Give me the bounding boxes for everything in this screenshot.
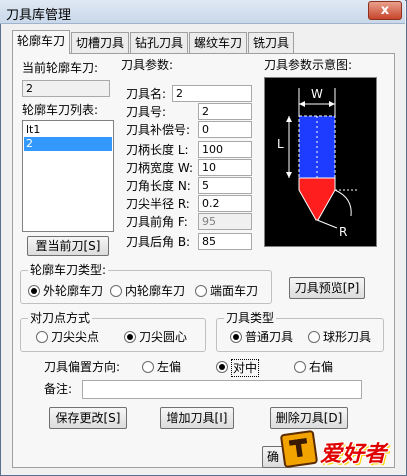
param-label-name: 刀具名: bbox=[126, 87, 167, 101]
rake-angle-input: 95 bbox=[198, 213, 252, 230]
param-label-compensation: 刀具补偿号: bbox=[126, 123, 191, 137]
shank-width-input[interactable]: 10 bbox=[198, 159, 252, 176]
watermark-glyph bbox=[289, 438, 309, 458]
tab-turning-tool[interactable]: 轮廓车刀 bbox=[12, 30, 70, 54]
tab-grooving-tool[interactable]: 切槽刀具 bbox=[71, 32, 129, 53]
arrowhead bbox=[286, 172, 292, 178]
option-tip-point-label: 刀尖尖点 bbox=[51, 330, 100, 344]
param-label-shank-length: 刀柄长度 L: bbox=[126, 143, 189, 157]
params-label: 刀具参数: bbox=[121, 58, 174, 72]
set-current-tool-button[interactable]: 置当前刀[S] bbox=[27, 236, 109, 256]
option-ball-tool-label: 球形刀具 bbox=[323, 330, 372, 344]
tab-threading-tool[interactable]: 螺纹车刀 bbox=[189, 32, 247, 53]
option-face-label: 端面车刀 bbox=[210, 284, 259, 298]
corner-length-input[interactable]: 5 bbox=[198, 177, 252, 194]
param-label-clearance-angle: 刀具后角 B: bbox=[126, 235, 191, 249]
angle-arc bbox=[334, 189, 352, 217]
radio-inner[interactable] bbox=[110, 285, 122, 297]
tool-preview-button[interactable]: 刀具预览[P] bbox=[289, 277, 365, 299]
radius-leader bbox=[316, 219, 338, 229]
tool-point-label: 对刀点方式 bbox=[28, 311, 93, 325]
tool-name-input[interactable]: 2 bbox=[172, 85, 252, 102]
r-letter: R bbox=[339, 225, 347, 239]
radio-offset-left[interactable] bbox=[142, 361, 154, 373]
remark-label: 备注: bbox=[44, 382, 73, 396]
option-offset-right-label: 右偏 bbox=[309, 360, 334, 374]
tool-listbox[interactable]: lt1 2 bbox=[22, 120, 114, 232]
option-offset-left-label: 左偏 bbox=[157, 360, 182, 374]
save-changes-button[interactable]: 保存更改[S] bbox=[49, 407, 127, 429]
window-title: 刀具库管理 bbox=[6, 8, 72, 23]
close-button[interactable]: x bbox=[368, 1, 402, 20]
tool-diagram: W L R bbox=[264, 77, 377, 247]
compensation-number-input[interactable]: 0 bbox=[198, 121, 252, 138]
param-label-rake-angle: 刀具前角 F: bbox=[126, 215, 188, 229]
current-tool-field: 2 bbox=[22, 80, 110, 97]
w-letter: W bbox=[311, 87, 323, 101]
param-label-corner-length: 刀角长度 N: bbox=[126, 179, 191, 193]
tool-tip bbox=[298, 177, 336, 221]
tool-kind-label: 刀具类型 bbox=[224, 311, 277, 325]
option-tip-center-label: 刀尖圆心 bbox=[139, 330, 188, 344]
radio-offset-center[interactable] bbox=[216, 361, 228, 373]
remark-input[interactable] bbox=[82, 380, 362, 399]
arrowhead bbox=[286, 116, 292, 122]
param-label-number: 刀具号: bbox=[126, 105, 167, 119]
radio-tip-center[interactable] bbox=[124, 331, 136, 343]
radio-ball-tool[interactable] bbox=[308, 331, 320, 343]
option-normal-tool-label: 普通刀具 bbox=[245, 330, 294, 344]
tab-drilling-tool[interactable]: 钻孔刀具 bbox=[130, 32, 188, 53]
tab-milling-tool[interactable]: 铣刀具 bbox=[248, 32, 294, 53]
list-item-selected[interactable]: 2 bbox=[24, 137, 112, 151]
param-label-shank-width: 刀柄宽度 W: bbox=[126, 161, 194, 175]
tool-type-label: 轮廓车刀类型: bbox=[28, 263, 109, 277]
radio-face[interactable] bbox=[195, 285, 207, 297]
radio-normal-tool[interactable] bbox=[230, 331, 242, 343]
watermark-logo: 爱好者 bbox=[278, 429, 400, 470]
l-letter: L bbox=[277, 137, 284, 151]
current-tool-label: 当前轮廓车刀: bbox=[22, 61, 99, 75]
arrowhead bbox=[299, 101, 305, 107]
clearance-angle-input[interactable]: 85 bbox=[198, 233, 252, 250]
watermark-text: 爱好者 bbox=[320, 442, 387, 467]
list-item[interactable]: lt1 bbox=[24, 123, 112, 137]
radio-offset-right[interactable] bbox=[294, 361, 306, 373]
radio-outer[interactable] bbox=[28, 285, 40, 297]
option-offset-center-label: 对中 bbox=[231, 359, 260, 377]
diagram-label: 刀具参数示意图: bbox=[264, 58, 353, 72]
tool-list-label: 轮廓车刀列表: bbox=[22, 103, 99, 117]
nose-radius-input[interactable]: 0.2 bbox=[198, 195, 252, 212]
option-inner-label: 内轮廓车刀 bbox=[125, 284, 186, 298]
tool-number-input[interactable]: 2 bbox=[198, 103, 252, 120]
watermark-emblem bbox=[279, 429, 319, 469]
arrowhead bbox=[329, 101, 335, 107]
offset-direction-label: 刀具偏置方向: bbox=[44, 360, 121, 374]
param-label-nose-radius: 刀尖半径 R: bbox=[126, 197, 190, 211]
add-tool-button[interactable]: 增加刀具[I] bbox=[160, 407, 234, 429]
delete-tool-button[interactable]: 删除刀具[D] bbox=[270, 407, 348, 429]
option-outer-label: 外轮廓车刀 bbox=[43, 284, 104, 298]
shank-length-input[interactable]: 100 bbox=[198, 141, 252, 158]
radio-tip-point[interactable] bbox=[36, 331, 48, 343]
